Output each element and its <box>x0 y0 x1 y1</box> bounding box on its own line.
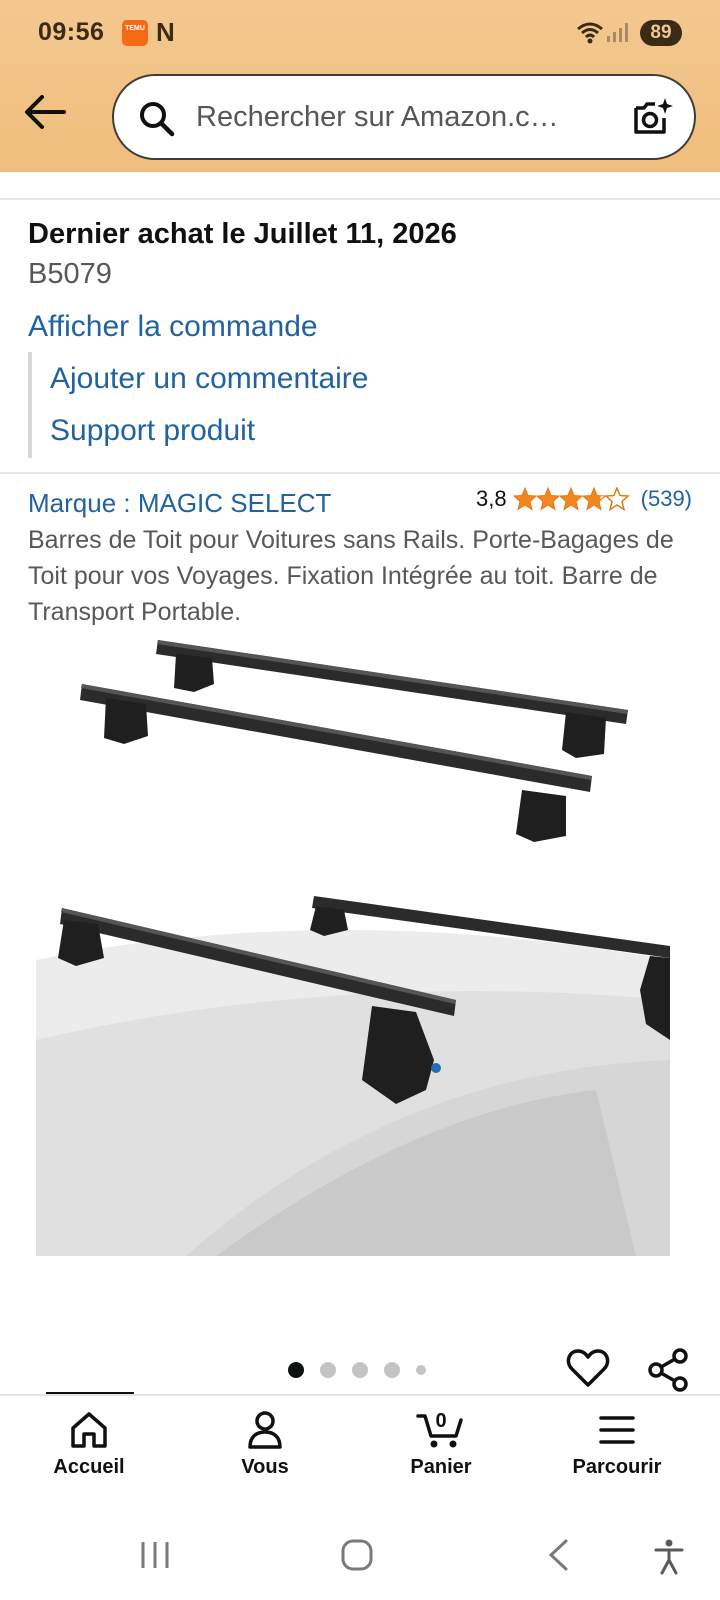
notification-icon: N <box>156 17 175 47</box>
recent-apps-icon[interactable] <box>138 1538 172 1572</box>
view-order-link[interactable]: Afficher la commande <box>28 310 318 344</box>
carousel-dot[interactable] <box>320 1362 336 1378</box>
camera-sparkle-icon[interactable] <box>630 96 674 140</box>
divider <box>0 198 720 200</box>
product-support-link[interactable]: Support produit <box>50 414 255 448</box>
share-icon[interactable] <box>646 1348 690 1392</box>
status-time: 09:56 <box>38 18 105 46</box>
nav-cart[interactable]: 0 Panier <box>366 1410 516 1479</box>
accessibility-icon[interactable] <box>652 1538 686 1576</box>
nav-you[interactable]: Vous <box>190 1410 340 1479</box>
carousel-dot[interactable] <box>384 1362 400 1378</box>
back-arrow-icon[interactable] <box>22 92 68 132</box>
product-description[interactable]: Barres de Toit pour Voitures sans Rails.… <box>28 522 698 630</box>
search-input[interactable]: Rechercher sur Amazon.c… <box>196 101 559 134</box>
review-count: (539) <box>640 486 692 511</box>
last-purchase-title: Dernier achat le Juillet 11, 2026 <box>28 218 457 250</box>
nav-home-label: Accueil <box>53 1456 125 1478</box>
divider <box>0 472 720 474</box>
brand-link[interactable]: Marque : MAGIC SELECT <box>28 488 331 519</box>
user-icon <box>248 1411 282 1449</box>
status-bar: 09:56 TEMU N 89 <box>0 0 720 64</box>
battery-indicator: 89 <box>640 20 682 46</box>
home-icon <box>71 1412 107 1448</box>
star-rating-icon <box>513 487 629 511</box>
system-nav-bar <box>0 1510 720 1600</box>
nav-home[interactable]: Accueil <box>14 1410 164 1479</box>
heart-icon[interactable] <box>566 1348 610 1388</box>
product-image[interactable] <box>36 640 686 1290</box>
signal-icon <box>607 23 628 42</box>
nav-cart-label: Panier <box>410 1456 472 1478</box>
menu-icon <box>599 1416 635 1444</box>
search-bar[interactable]: Rechercher sur Amazon.c… <box>112 74 696 160</box>
carousel-dot[interactable] <box>288 1362 304 1378</box>
add-comment-link[interactable]: Ajouter un commentaire <box>50 362 369 396</box>
nav-browse-label: Parcourir <box>572 1456 662 1478</box>
top-header: 09:56 TEMU N 89 Rechercher sur Amazon.c… <box>0 0 720 172</box>
carousel-dot[interactable] <box>352 1362 368 1378</box>
order-id: B5079 <box>28 258 112 290</box>
search-icon <box>140 102 175 137</box>
rating-summary[interactable]: 3,8 (539) <box>476 486 692 512</box>
home-button-icon[interactable] <box>340 1538 374 1572</box>
temu-app-icon: TEMU <box>122 20 148 46</box>
cart-count-badge: 0 <box>435 1410 447 1432</box>
rating-value: 3,8 <box>476 486 507 511</box>
nav-you-label: Vous <box>241 1456 289 1478</box>
bottom-nav: Accueil Vous 0 Panier Parcourir <box>0 1394 720 1510</box>
wifi-icon <box>577 22 603 44</box>
roof-bars-top <box>80 640 628 842</box>
sub-links-rule <box>28 352 32 458</box>
carousel-dot[interactable] <box>416 1365 426 1375</box>
image-carousel-dots <box>288 1362 426 1378</box>
nav-browse[interactable]: Parcourir <box>542 1410 692 1479</box>
back-button-icon[interactable] <box>544 1538 574 1572</box>
car-roof-scene <box>36 896 670 1256</box>
